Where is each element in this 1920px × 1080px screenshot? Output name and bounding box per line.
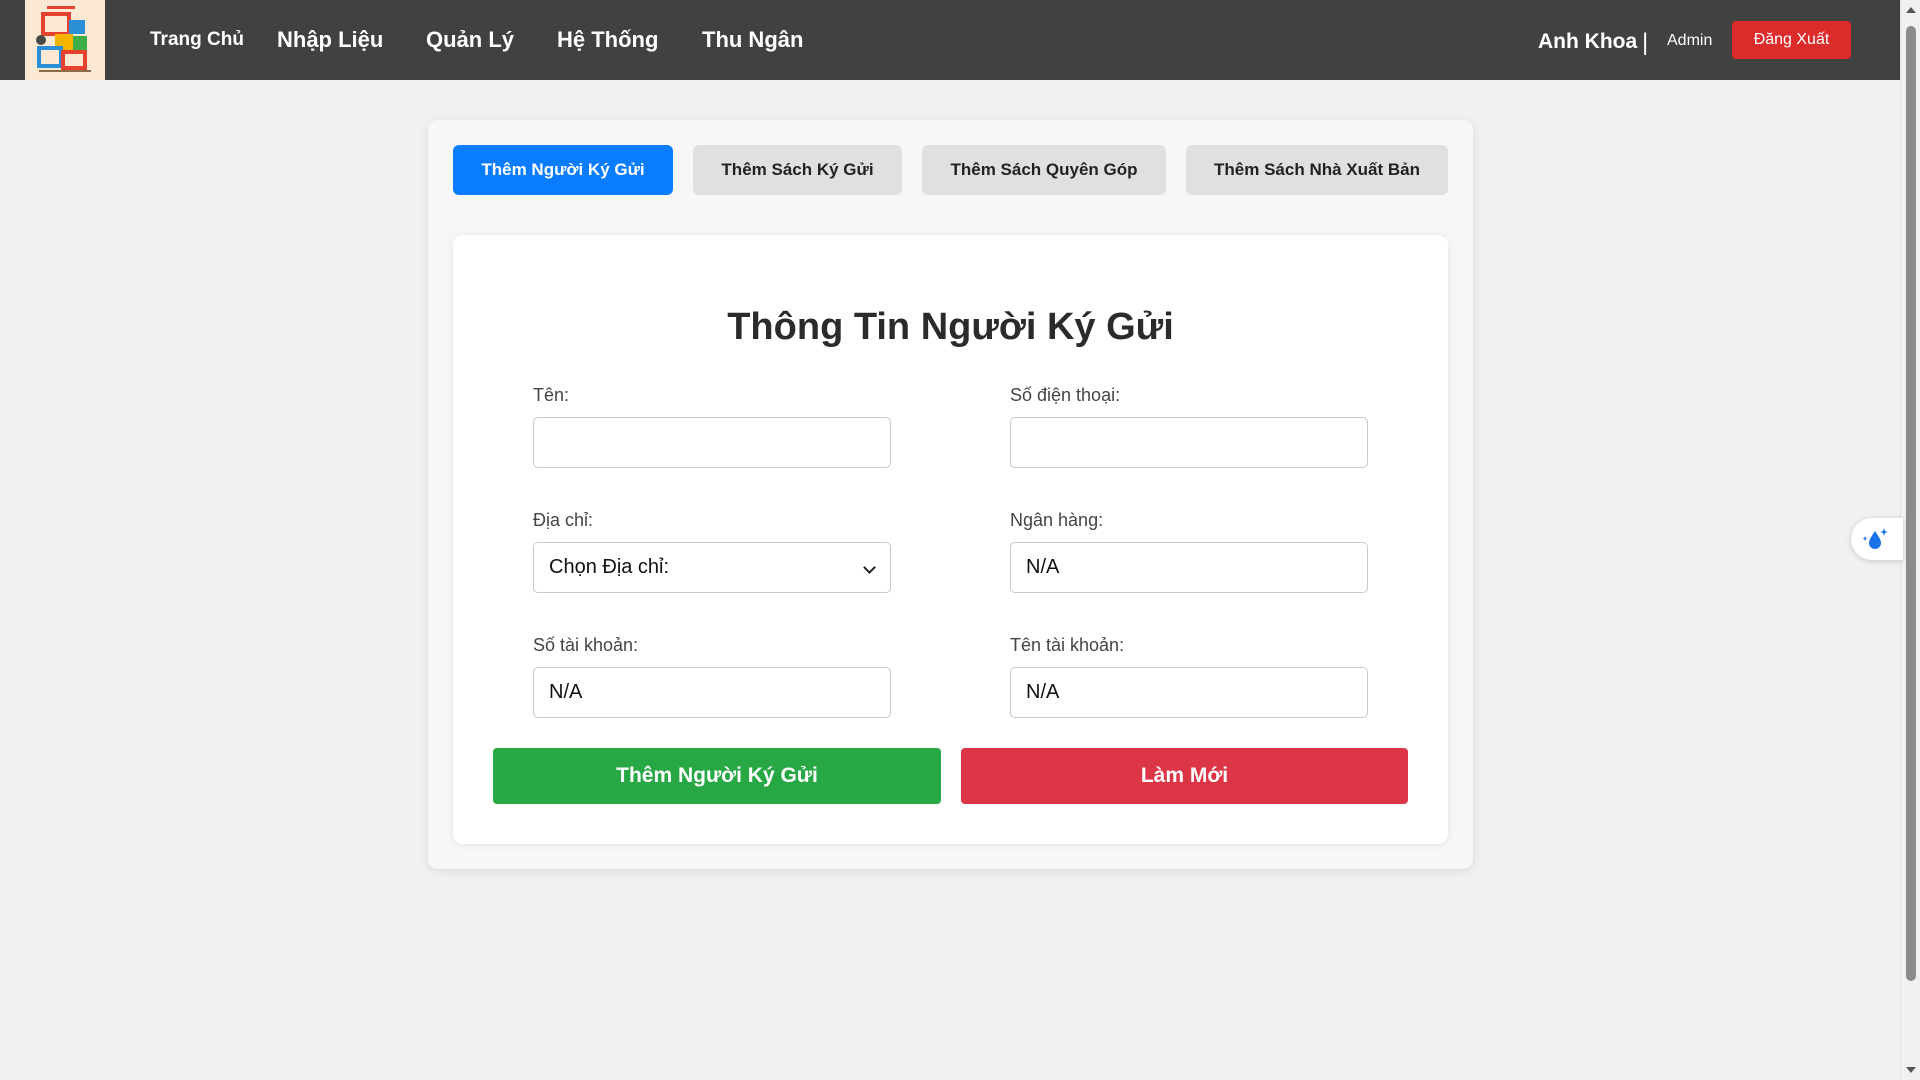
account-name-label: Tên tài khoản: <box>1010 635 1125 655</box>
tab-add-donated-book[interactable]: Thêm Sách Quyên Góp <box>922 145 1166 195</box>
name-label: Tên: <box>533 385 570 405</box>
nav-cashier-link[interactable]: Thu Ngân <box>702 0 803 80</box>
nav-manage-link[interactable]: Quản Lý <box>426 0 514 80</box>
form-title: Thông Tin Người Ký Gửi <box>727 306 1174 348</box>
add-consignor-button[interactable]: Thêm Người Ký Gửi <box>493 748 941 804</box>
nav-data-entry-link[interactable]: Nhập Liệu <box>277 0 383 80</box>
user-role: Admin <box>1667 32 1713 49</box>
account-number-input[interactable]: N/A <box>533 667 891 718</box>
address-select[interactable]: Chọn Địa chỉ: <box>533 542 891 593</box>
nav-system-link[interactable]: Hệ Thống <box>557 0 658 80</box>
bank-input[interactable]: N/A <box>1010 542 1368 593</box>
user-name: Anh Khoa <box>1538 30 1638 53</box>
account-number-label: Số tài khoản: <box>533 635 639 655</box>
phone-input[interactable] <box>1010 417 1368 468</box>
reset-button[interactable]: Làm Mới <box>961 748 1408 804</box>
logout-button[interactable]: Đăng Xuất <box>1732 21 1851 59</box>
address-label: Địa chỉ: <box>533 510 594 530</box>
tab-add-consignor[interactable]: Thêm Người Ký Gửi <box>453 145 673 195</box>
chevron-down-icon <box>863 561 876 574</box>
tab-add-consigned-book[interactable]: Thêm Sách Ký Gửi <box>693 145 902 195</box>
water-drop-sparkle-icon <box>1862 528 1888 549</box>
scroll-thumb[interactable] <box>1906 26 1916 981</box>
scroll-up-arrow-icon[interactable] <box>1906 7 1916 13</box>
bank-label: Ngân hàng: <box>1010 510 1104 530</box>
floating-extension-button[interactable] <box>1851 518 1903 560</box>
account-name-input[interactable]: N/A <box>1010 667 1368 718</box>
top-navbar: Trang Chủ Nhập Liệu Quản Lý Hệ Thống Thu… <box>0 0 1900 80</box>
logo[interactable] <box>25 0 105 80</box>
user-separator: | <box>1642 29 1649 56</box>
scroll-down-arrow-icon[interactable] <box>1906 1067 1916 1073</box>
tab-add-publisher-book[interactable]: Thêm Sách Nhà Xuất Bản <box>1186 145 1448 195</box>
page-scrollbar[interactable] <box>1900 0 1920 1080</box>
nav-home-link[interactable]: Trang Chủ <box>150 0 244 80</box>
phone-label: Số điện thoại: <box>1010 385 1121 405</box>
address-select-value: Chọn Địa chỉ: <box>549 556 670 578</box>
book-fair-logo-icon <box>25 0 105 80</box>
name-input[interactable] <box>533 417 891 468</box>
